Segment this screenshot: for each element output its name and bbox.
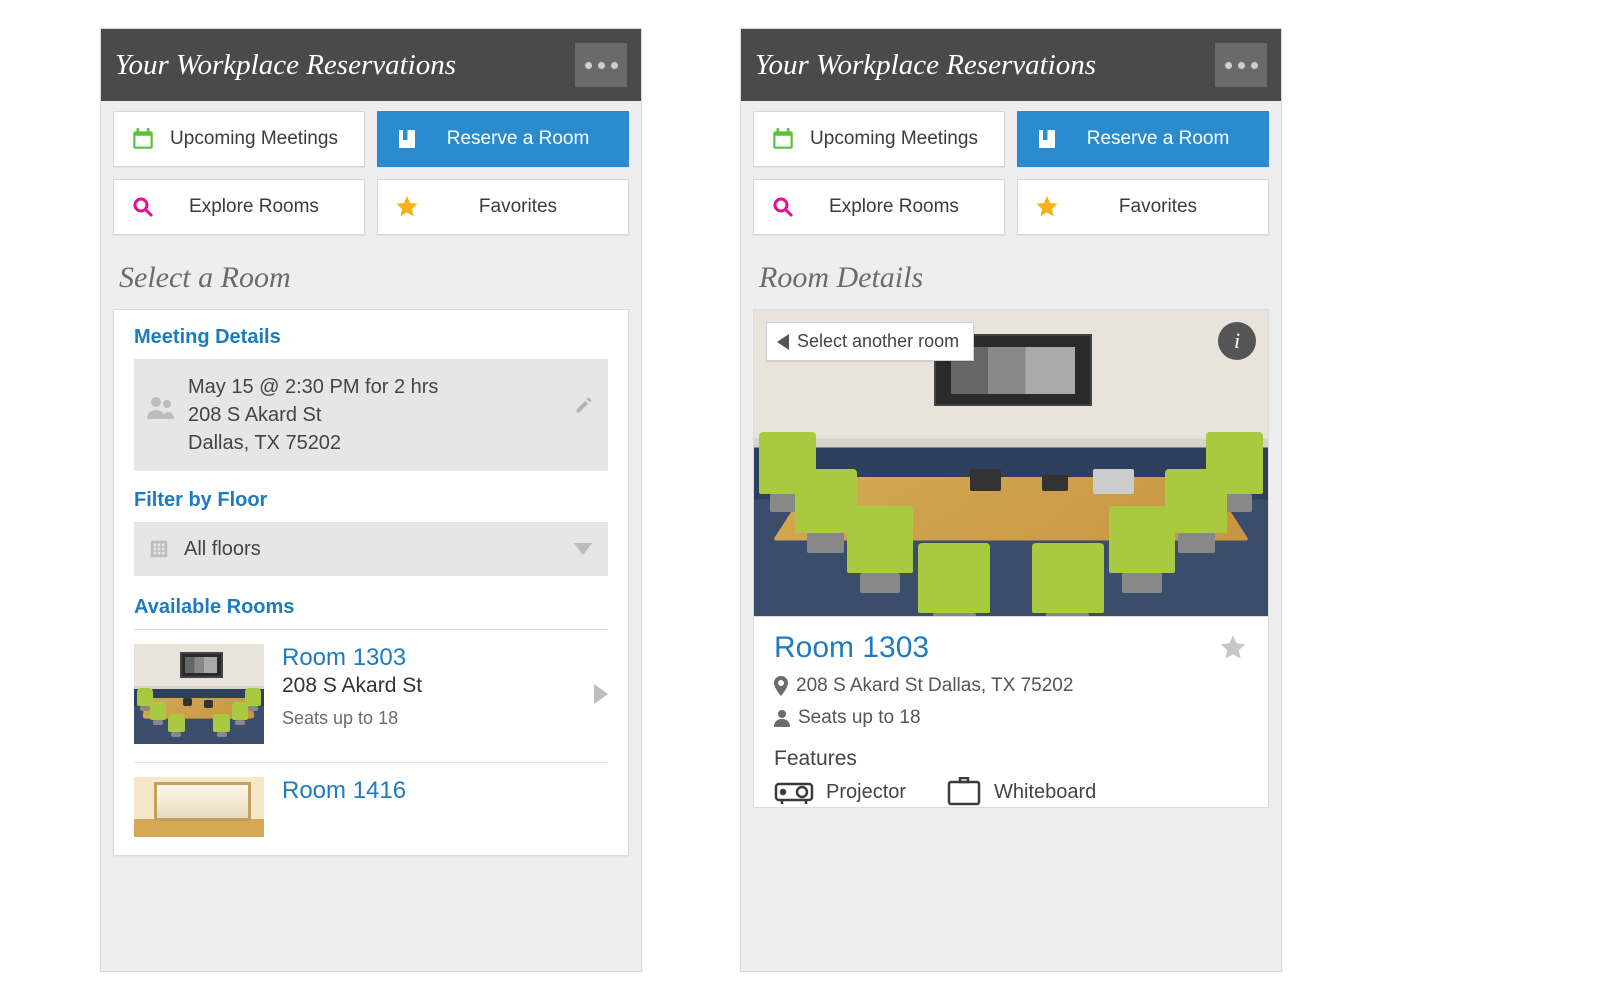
bookmark-icon [1032,127,1062,151]
favorite-star-icon[interactable] [1218,633,1248,663]
nav-tiles: Upcoming Meetings Reserve a Room Explore… [741,101,1281,235]
tile-favorites[interactable]: Favorites [377,179,629,235]
tile-reserve-room[interactable]: Reserve a Room [1017,111,1269,167]
tile-upcoming-meetings[interactable]: Upcoming Meetings [113,111,365,167]
room-name: Room 1303 [282,644,594,672]
filter-heading: Filter by Floor [134,489,608,512]
floor-select-value: All floors [184,538,261,561]
features-heading: Features [774,747,1248,771]
room-name: Room 1303 [774,631,1218,665]
projector-icon [774,778,814,806]
app-header: Your Workplace Reservations [101,29,641,101]
feature-projector: Projector [774,777,906,807]
calendar-icon [128,126,158,152]
star-icon [392,194,422,220]
meeting-address-line1: 208 S Akard St [188,401,594,429]
tile-reserve-room[interactable]: Reserve a Room [377,111,629,167]
room-row[interactable]: Room 1303 208 S Akard St Seats up to 18 [134,630,608,763]
building-icon [148,538,170,560]
meeting-details-heading: Meeting Details [134,326,608,349]
app-title: Your Workplace Reservations [115,49,575,82]
tile-label: Upcoming Meetings [158,128,350,150]
meeting-datetime: May 15 @ 2:30 PM for 2 hrs [188,373,594,401]
feature-label: Projector [826,781,906,804]
tile-label: Reserve a Room [422,128,614,150]
feature-label: Whiteboard [994,781,1096,804]
nav-tiles: Upcoming Meetings Reserve a Room Explore… [101,101,641,235]
person-icon [774,709,790,727]
tile-label: Favorites [1062,196,1254,218]
tile-favorites[interactable]: Favorites [1017,179,1269,235]
section-heading: Select a Room [101,235,641,309]
pin-icon [774,676,788,696]
chevron-left-icon [777,334,789,350]
screen-select-room: Your Workplace Reservations Upcoming Mee… [100,28,642,972]
select-room-card: Meeting Details May 15 @ 2:30 PM for 2 h… [113,309,629,856]
tile-label: Explore Rooms [798,196,990,218]
more-menu-button[interactable] [575,43,627,87]
tile-explore-rooms[interactable]: Explore Rooms [753,179,1005,235]
available-rooms-heading: Available Rooms [134,596,608,619]
room-seats: Seats up to 18 [798,707,921,729]
info-icon: i [1234,328,1240,354]
screen-room-details: Your Workplace Reservations Upcoming Mee… [740,28,1282,972]
feature-whiteboard: Whiteboard [946,777,1096,807]
search-icon [768,195,798,219]
floor-select[interactable]: All floors [134,522,608,576]
room-address: 208 S Akard St Dallas, TX 75202 [796,675,1073,697]
app-title: Your Workplace Reservations [755,49,1215,82]
tile-label: Upcoming Meetings [798,128,990,150]
tile-upcoming-meetings[interactable]: Upcoming Meetings [753,111,1005,167]
room-name: Room 1416 [282,777,608,805]
tile-label: Reserve a Room [1062,128,1254,150]
edit-icon[interactable] [574,395,594,415]
calendar-icon [768,126,798,152]
tile-explore-rooms[interactable]: Explore Rooms [113,179,365,235]
back-button-label: Select another room [797,331,959,352]
room-address: 208 S Akard St [282,674,594,698]
chevron-right-icon [594,684,608,704]
room-thumbnail [134,644,264,744]
search-icon [128,195,158,219]
whiteboard-icon [946,777,982,807]
bookmark-icon [392,127,422,151]
room-thumbnail [134,777,264,837]
meeting-address-line2: Dallas, TX 75202 [188,429,594,457]
info-button[interactable]: i [1218,322,1256,360]
star-icon [1032,194,1062,220]
tile-label: Explore Rooms [158,196,350,218]
people-icon [146,395,176,421]
room-hero: Select another room i [753,309,1269,617]
chevron-down-icon [574,543,592,555]
tile-label: Favorites [422,196,614,218]
section-heading: Room Details [741,235,1281,309]
back-button[interactable]: Select another room [766,322,974,361]
room-details-panel: Room 1303 208 S Akard St Dallas, TX 7520… [753,617,1269,808]
app-header: Your Workplace Reservations [741,29,1281,101]
room-seats: Seats up to 18 [282,708,594,729]
meeting-details-panel[interactable]: May 15 @ 2:30 PM for 2 hrs 208 S Akard S… [134,359,608,471]
room-row[interactable]: Room 1416 [134,763,608,855]
more-menu-button[interactable] [1215,43,1267,87]
